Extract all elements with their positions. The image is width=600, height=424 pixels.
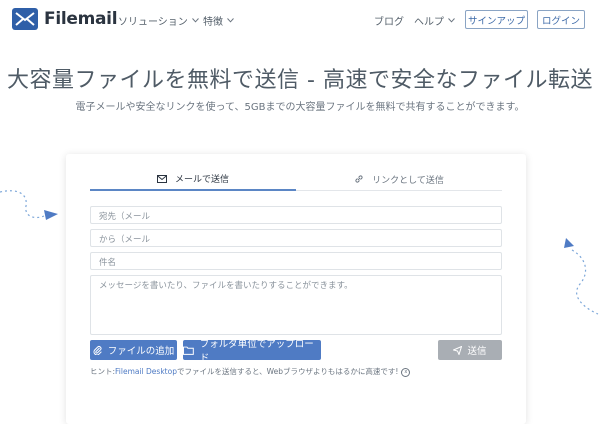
nav-help[interactable]: ヘルプ xyxy=(414,13,455,28)
logo[interactable]: Filemail xyxy=(12,8,118,30)
add-files-button[interactable]: ファイルの追加 xyxy=(90,340,177,360)
chevron-down-icon xyxy=(227,18,234,23)
recipient-email-field[interactable]: 宛先（メール xyxy=(90,206,502,224)
subject-field[interactable]: 件名 xyxy=(90,252,502,270)
nav-blog[interactable]: ブログ xyxy=(374,13,404,28)
upload-folder-button[interactable]: フォルダ単位でアップロード xyxy=(183,339,321,364)
paperclip-icon xyxy=(93,346,102,355)
chevron-down-icon xyxy=(191,18,199,23)
link-icon xyxy=(355,175,363,183)
nav-help-label: ヘルプ xyxy=(414,17,444,28)
hint-suffix: でファイルを送信すると、Webブラウザよりもはるかに高速です! xyxy=(176,367,399,376)
send-button[interactable]: 送信 xyxy=(438,340,502,360)
tab-send-by-email-label: メールで送信 xyxy=(174,175,229,185)
paper-plane-trail-left-icon xyxy=(0,190,58,220)
filemail-logo-icon xyxy=(12,8,38,30)
paper-plane-trail-right-icon xyxy=(564,238,599,315)
send-mode-tabs: メールで送信 リンクとして送信 xyxy=(90,168,502,191)
login-button[interactable]: ログイン xyxy=(537,10,585,29)
folder-icon xyxy=(183,346,194,355)
upload-folder-label: フォルダ単位でアップロード xyxy=(199,339,314,364)
paper-plane-icon xyxy=(453,345,463,355)
logo-text: Filemail xyxy=(44,9,118,29)
chevron-down-icon xyxy=(448,18,455,23)
subject-placeholder: 件名 xyxy=(99,258,117,268)
recipient-email-placeholder: 宛先（メール xyxy=(99,212,151,222)
login-label: ログイン xyxy=(541,15,580,27)
filemail-desktop-link[interactable]: Filemail Desktop xyxy=(115,367,177,376)
page-subtitle: 電子メールや安全なリンクを使って、5GBまでの大容量ファイルを無料で共有すること… xyxy=(75,102,525,113)
sender-email-placeholder: から（メール xyxy=(99,235,151,245)
nav-blog-label: ブログ xyxy=(374,17,404,28)
tab-send-as-link[interactable]: リンクとして送信 xyxy=(296,168,502,190)
page-title: 大容量ファイルを無料で送信 - 高速で安全なファイル転送 xyxy=(7,68,593,93)
nav-solutions-label: ソリューション xyxy=(118,17,188,28)
message-placeholder: メッセージを書いたり、ファイルを書いたりすることができます。 xyxy=(99,281,353,291)
tab-send-by-email[interactable]: メールで送信 xyxy=(90,168,296,191)
hint-text: ヒント:Filemail Desktopでファイルを送信すると、Webブラウザよ… xyxy=(90,366,411,377)
signup-button[interactable]: サインアップ xyxy=(465,10,528,29)
sender-email-field[interactable]: から（メール xyxy=(90,229,502,247)
info-icon[interactable]: x xyxy=(401,367,411,377)
message-textarea[interactable]: メッセージを書いたり、ファイルを書いたりすることができます。 xyxy=(90,275,502,335)
add-files-label: ファイルの追加 xyxy=(107,346,175,357)
tab-send-as-link-label: リンクとして送信 xyxy=(372,175,444,186)
signup-label: サインアップ xyxy=(467,15,525,27)
send-label: 送信 xyxy=(467,346,487,357)
top-header: Filemail ソリューション 特徴 ブログ ヘルプ サインアップ ログイン xyxy=(0,0,600,40)
envelope-icon xyxy=(156,174,167,183)
nav-features-label: 特徴 xyxy=(203,17,223,28)
nav-solutions[interactable]: ソリューション xyxy=(118,13,199,28)
hint-prefix: ヒント: xyxy=(90,367,116,376)
send-form-card: メールで送信 リンクとして送信 宛先（メール から（メール 件名 メッセージを書… xyxy=(66,154,526,424)
nav-features[interactable]: 特徴 xyxy=(203,13,234,28)
